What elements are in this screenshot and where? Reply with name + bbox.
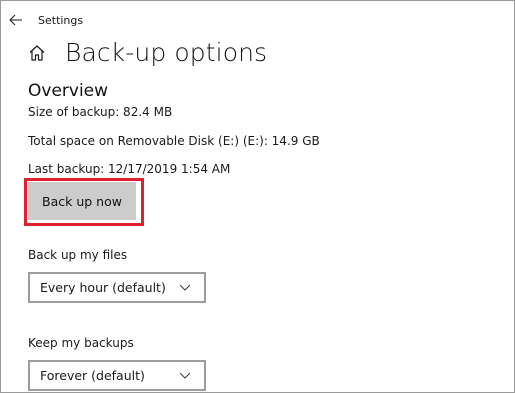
- chevron-down-icon: [178, 283, 192, 293]
- settings-window: Settings Back-up options Overview Size o…: [0, 0, 515, 393]
- retention-value: Forever (default): [40, 368, 145, 383]
- page-title: Back-up options: [65, 38, 268, 67]
- home-icon[interactable]: [26, 42, 48, 64]
- app-title: Settings: [38, 13, 84, 27]
- overview-heading: Overview: [28, 81, 109, 101]
- back-up-now-button[interactable]: Back up now: [28, 182, 136, 220]
- chevron-down-icon: [178, 371, 192, 381]
- backup-size-text: Size of backup: 82.4 MB: [28, 105, 173, 119]
- page-header: Back-up options: [26, 38, 267, 68]
- total-space-text: Total space on Removable Disk (E:) (E:):…: [28, 134, 320, 148]
- title-bar: Settings: [8, 9, 83, 31]
- retention-dropdown[interactable]: Forever (default): [28, 360, 206, 391]
- backup-frequency-value: Every hour (default): [40, 280, 166, 295]
- back-arrow-icon[interactable]: [8, 12, 24, 28]
- retention-label: Keep my backups: [28, 336, 134, 350]
- last-backup-text: Last backup: 12/17/2019 1:54 AM: [28, 162, 231, 176]
- backup-frequency-dropdown[interactable]: Every hour (default): [28, 272, 206, 303]
- backup-frequency-label: Back up my files: [28, 248, 128, 262]
